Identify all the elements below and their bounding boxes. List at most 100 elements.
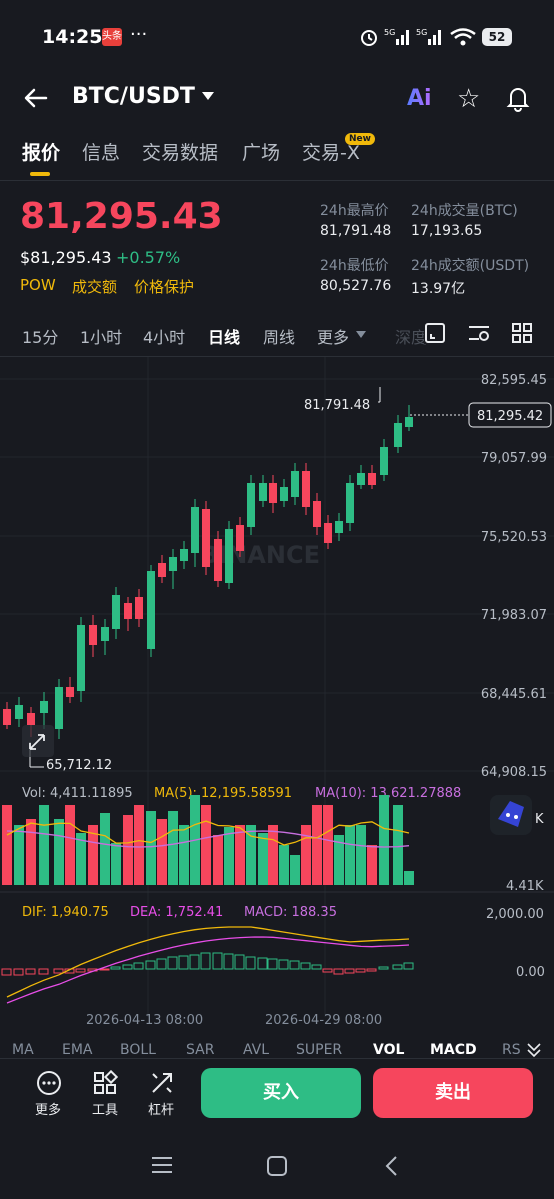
indicator-ma[interactable]: MA xyxy=(12,1042,34,1058)
low-label: 24h最低价 xyxy=(320,258,389,274)
favorite-star-icon[interactable]: ☆ xyxy=(457,84,480,114)
interval-1h[interactable]: 1小时 xyxy=(80,324,122,348)
candle-body xyxy=(259,483,267,501)
more-icon[interactable] xyxy=(36,1070,62,1096)
vol-btc-label: 24h成交量(BTC) xyxy=(411,203,518,219)
candle-body xyxy=(66,687,74,697)
volume-bar xyxy=(379,795,389,885)
macd-histogram-bar xyxy=(234,954,245,970)
interval-15m[interactable]: 15分 xyxy=(22,324,58,348)
grid-layout-icon[interactable] xyxy=(511,322,533,344)
tools-label[interactable]: 工具 xyxy=(92,1099,118,1118)
collapse-icon[interactable] xyxy=(524,1040,544,1058)
indicator-vol[interactable]: VOL xyxy=(373,1042,404,1058)
indicator-settings-icon[interactable] xyxy=(467,322,491,344)
back-nav-icon[interactable] xyxy=(382,1155,402,1177)
expand-icon[interactable] xyxy=(22,725,54,757)
chevron-down-icon[interactable] xyxy=(202,92,214,100)
volume-bar xyxy=(2,805,12,885)
last-price-marker: 81,295.42 xyxy=(477,409,543,424)
tab-trade-data[interactable]: 交易数据 xyxy=(142,138,218,165)
news-badge: 头条 xyxy=(102,28,122,46)
interval-more[interactable]: 更多 xyxy=(317,324,349,348)
recent-apps-icon[interactable] xyxy=(150,1155,174,1175)
macd-histogram-bar xyxy=(13,968,24,976)
volume-bar xyxy=(404,871,414,885)
k-label: K xyxy=(535,812,544,827)
indicator-sar[interactable]: SAR xyxy=(186,1042,214,1058)
interval-1w[interactable]: 周线 xyxy=(263,324,295,348)
candle-body xyxy=(191,507,199,553)
svg-text:5G: 5G xyxy=(384,28,395,37)
macd-tick-zero: 0.00 xyxy=(516,965,545,980)
macd-histogram-bar xyxy=(133,962,144,970)
leverage-label[interactable]: 杠杆 xyxy=(148,1099,174,1118)
kline-chart[interactable]: BINANCE 82,595.4579,057.9975,520.5371,98… xyxy=(0,357,554,1032)
signal-icon-2: 5G xyxy=(416,26,444,46)
candle-body xyxy=(101,627,109,641)
svg-text:5G: 5G xyxy=(416,28,427,37)
fullscreen-chart-icon[interactable] xyxy=(424,322,446,344)
back-arrow-icon[interactable] xyxy=(22,84,50,112)
indicator-macd[interactable]: MACD xyxy=(430,1042,477,1058)
signal-icon: 5G xyxy=(384,26,412,46)
home-icon[interactable] xyxy=(266,1155,288,1177)
date-label-1: 2026-04-13 08:00 xyxy=(86,1013,203,1028)
bell-icon[interactable] xyxy=(504,84,532,112)
tag-pow[interactable]: POW xyxy=(20,276,56,294)
tab-info[interactable]: 信息 xyxy=(82,138,120,165)
vol-btc-value: 17,193.65 xyxy=(411,223,483,239)
high-label: 24h最高价 xyxy=(320,203,389,219)
volume-bar xyxy=(168,811,178,885)
buy-button[interactable]: 买入 xyxy=(201,1068,361,1118)
macd-histogram-bar xyxy=(322,968,333,973)
macd-dif: DIF: 1,940.75 xyxy=(22,905,109,920)
volume-bar xyxy=(134,805,144,885)
macd-histogram-bar xyxy=(200,952,211,970)
alarm-icon xyxy=(358,26,380,48)
candle-body xyxy=(135,597,143,619)
indicator-rsi[interactable]: RS xyxy=(502,1042,521,1058)
more-chevron-icon[interactable] xyxy=(356,331,366,338)
indicator-boll[interactable]: BOLL xyxy=(120,1042,156,1058)
volume-bar xyxy=(201,805,211,885)
tab-square[interactable]: 广场 xyxy=(242,138,280,165)
tab-quote[interactable]: 报价 xyxy=(22,138,60,165)
candle-body xyxy=(324,523,332,543)
y-tick-label: 75,520.53 xyxy=(481,530,547,545)
high-marker: 81,791.48 xyxy=(304,398,370,413)
indicator-avl[interactable]: AVL xyxy=(243,1042,269,1058)
macd-histogram-bar xyxy=(189,954,200,970)
macd-histogram-bar xyxy=(75,968,86,973)
macd-histogram-bar xyxy=(110,966,121,970)
macd-histogram-bar xyxy=(145,960,156,970)
active-tab-indicator xyxy=(30,172,50,176)
interval-1d[interactable]: 日线 xyxy=(208,324,240,348)
dif-line xyxy=(6,926,410,998)
indicator-super[interactable]: SUPER xyxy=(296,1042,342,1058)
assistant-robot-icon[interactable]: K xyxy=(490,795,544,835)
status-time: 14:25 xyxy=(42,26,103,48)
volume-bar xyxy=(393,805,403,885)
macd-histogram-bar xyxy=(167,956,178,970)
ai-button[interactable]: Ai xyxy=(407,86,432,111)
leverage-icon[interactable] xyxy=(149,1070,175,1096)
candle-body xyxy=(147,571,155,649)
pair-title[interactable]: BTC/USDT xyxy=(72,84,195,109)
candle-body xyxy=(313,501,321,527)
tag-price-protection[interactable]: 价格保护 xyxy=(134,276,194,297)
candle-body xyxy=(357,473,365,485)
interval-depth[interactable]: 深度 xyxy=(395,324,427,348)
indicator-ema[interactable]: EMA xyxy=(62,1042,93,1058)
tag-volume[interactable]: 成交额 xyxy=(72,276,117,297)
volume-bar xyxy=(111,843,121,885)
tools-icon[interactable] xyxy=(92,1069,119,1096)
volume-bar xyxy=(279,845,289,885)
macd-histogram-bar xyxy=(311,964,322,970)
volume-bar xyxy=(312,805,322,885)
sell-button[interactable]: 卖出 xyxy=(373,1068,533,1118)
candle-body xyxy=(214,539,222,581)
interval-4h[interactable]: 4小时 xyxy=(143,324,185,348)
more-label[interactable]: 更多 xyxy=(35,1099,61,1118)
volume-bar xyxy=(224,827,234,885)
